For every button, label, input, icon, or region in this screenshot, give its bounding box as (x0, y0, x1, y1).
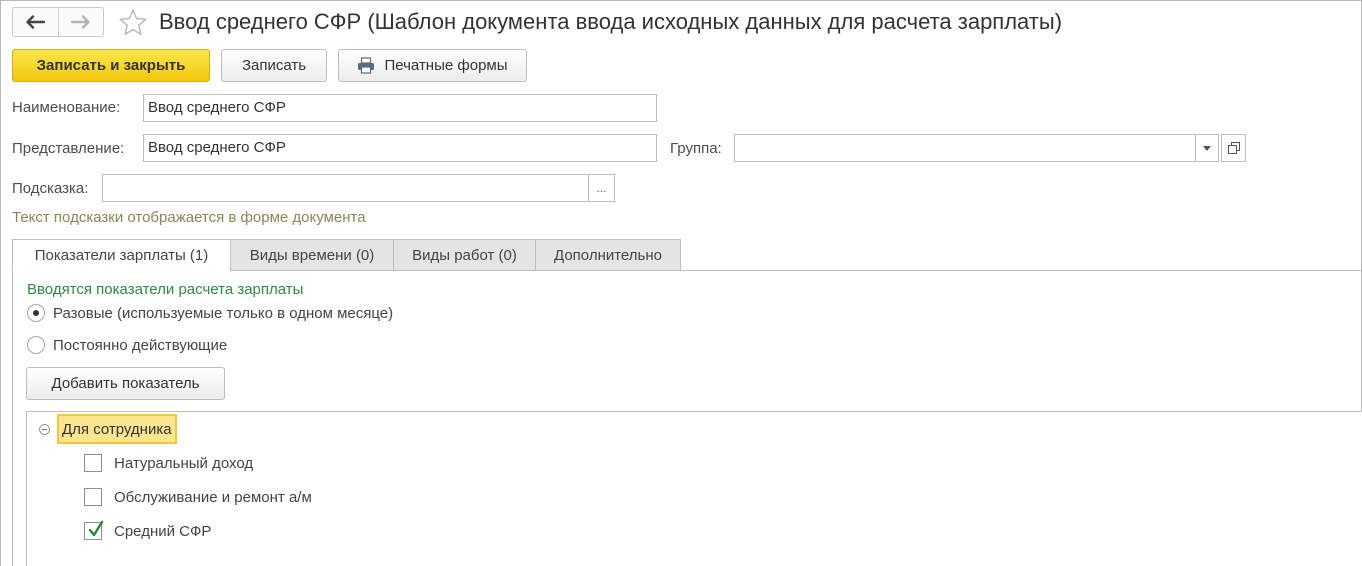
arrow-right-icon (70, 15, 90, 29)
group-dropdown-button[interactable] (1195, 134, 1219, 162)
name-field[interactable]: Ввод среднего СФР (143, 94, 657, 122)
checkbox-natural-income[interactable] (84, 454, 102, 472)
forward-button[interactable] (57, 8, 104, 36)
radio-permanent[interactable] (27, 336, 45, 354)
chevron-down-icon (1203, 145, 1211, 151)
presentation-field[interactable]: Ввод среднего СФР (143, 134, 657, 162)
checkmark-icon (88, 520, 104, 537)
panel-border (12, 270, 13, 566)
page-title: Ввод среднего СФР (Шаблон документа ввод… (159, 9, 1063, 34)
tree-group-row[interactable]: Для сотрудника (39, 414, 177, 444)
hint-field[interactable] (102, 174, 589, 202)
tree-group-label[interactable]: Для сотрудника (57, 414, 177, 444)
checkbox-car-maintenance[interactable] (84, 488, 102, 506)
radio-once[interactable] (27, 304, 45, 322)
tab-work-types[interactable]: Виды работ (0) (393, 239, 536, 271)
presentation-label: Представление: (12, 140, 125, 157)
name-label: Наименование: (12, 99, 121, 116)
tab-additional[interactable]: Дополнительно (535, 239, 681, 271)
add-indicator-button[interactable]: Добавить показатель (26, 367, 225, 400)
arrow-left-icon (26, 15, 46, 29)
group-field[interactable] (734, 134, 1196, 162)
radio-permanent-option[interactable]: Постоянно действующие (27, 336, 227, 354)
navigation-buttons (12, 7, 104, 37)
checkbox-average-sfr[interactable] (84, 520, 104, 540)
print-forms-button[interactable]: Печатные формы (338, 49, 527, 82)
tab-time-types[interactable]: Виды времени (0) (230, 239, 394, 271)
favorite-button[interactable] (118, 8, 148, 41)
section-title: Вводятся показатели расчета зарплаты (27, 281, 304, 298)
hint-label: Подсказка: (12, 180, 89, 197)
tree-item-average-sfr[interactable]: Средний СФР (84, 520, 212, 540)
tree-item-label: Обслуживание и ремонт а/м (114, 488, 312, 506)
tree-item-car-maintenance[interactable]: Обслуживание и ремонт а/м (84, 488, 312, 506)
radio-selected-dot (33, 310, 39, 316)
back-button[interactable] (13, 8, 58, 36)
print-forms-label: Печатные формы (384, 57, 508, 74)
tree-item-label: Натуральный доход (114, 454, 254, 472)
tree-item-natural-income[interactable]: Натуральный доход (84, 454, 253, 472)
hint-select-button[interactable]: ... (588, 174, 615, 202)
open-window-icon (1227, 142, 1240, 154)
tree-item-label: Средний СФР (114, 522, 212, 540)
radio-once-option[interactable]: Разовые (используемые только в одном мес… (27, 304, 393, 322)
radio-once-label: Разовые (используемые только в одном мес… (53, 304, 394, 322)
save-button[interactable]: Записать (221, 49, 327, 82)
group-label: Группа: (670, 140, 722, 157)
indicators-tree: Для сотрудника Натуральный доход Обслужи… (26, 411, 1362, 566)
star-icon (119, 9, 147, 35)
radio-permanent-label: Постоянно действующие (53, 336, 228, 354)
tab-salary-indicators[interactable]: Показатели зарплаты (1) (12, 239, 231, 272)
collapse-icon[interactable] (39, 423, 50, 435)
hint-note: Текст подсказки отображается в форме док… (12, 209, 366, 226)
save-and-close-button[interactable]: Записать и закрыть (12, 49, 210, 82)
printer-icon (358, 57, 375, 74)
group-open-button[interactable] (1221, 134, 1246, 162)
